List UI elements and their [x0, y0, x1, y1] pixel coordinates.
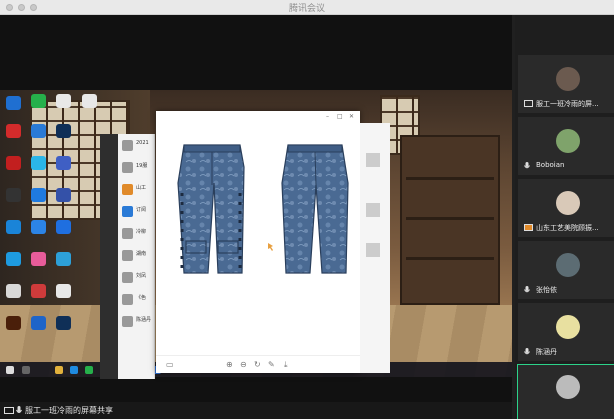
chat-list-item[interactable]: 《色 — [120, 290, 154, 312]
wechat-sidebar — [100, 134, 118, 379]
share-banner-text: 服工一班冷雨的屏幕共享 — [25, 406, 113, 415]
participant-name: 山东工艺美院顾振... — [536, 224, 599, 232]
chat-list-item[interactable]: 陈涵丹 — [120, 312, 154, 334]
browser-icon[interactable] — [6, 252, 21, 266]
participant-name: 张怡依 — [536, 286, 557, 294]
chat-list-item[interactable]: 刘凤 — [120, 268, 154, 290]
photoshop-icon[interactable] — [56, 124, 71, 138]
app-icon[interactable] — [56, 284, 71, 298]
participant-panel: 服工一班冷雨的屏... Boboian 山东工艺美院顾振... 张怡依 陈涵丹 — [515, 15, 614, 419]
app-icon[interactable] — [31, 316, 46, 330]
minimize-icon[interactable]: – — [326, 113, 329, 120]
app-icon[interactable] — [56, 220, 71, 234]
screen-share-icon — [4, 407, 14, 414]
chat-list-item[interactable]: 2021 — [120, 136, 154, 158]
avatar — [556, 191, 580, 215]
screen-share-icon — [524, 224, 533, 231]
participant-tile[interactable]: 张怡依 — [518, 241, 614, 299]
app-icon[interactable] — [31, 188, 46, 202]
mic-icon[interactable] — [16, 406, 22, 415]
app-icon[interactable] — [31, 124, 46, 138]
start-icon[interactable] — [6, 366, 14, 374]
wechat-icon[interactable] — [85, 366, 93, 374]
screen-share-bar: 服工一班冷雨的屏幕共享 — [0, 402, 512, 419]
image-icon[interactable]: ▭ — [166, 360, 174, 369]
chat-window-strip — [360, 123, 390, 373]
app-icon[interactable] — [31, 220, 46, 234]
participant-tile[interactable]: Boboian — [518, 117, 614, 175]
zoom-out-icon[interactable]: ⊖ — [240, 360, 247, 369]
participant-name: Boboian — [536, 161, 565, 169]
viewer-toolbar: ▭ ⊕ ⊖ ↻ ✎ ⤓ — [156, 355, 360, 373]
wps-icon[interactable] — [6, 156, 21, 170]
image-viewer-window: – □ ✕ ▭ ⊕ ⊖ ↻ ✎ ⤓ — [156, 111, 360, 373]
photoshop-icon[interactable] — [56, 316, 71, 330]
chat-list-item[interactable]: 山工 — [120, 180, 154, 202]
app-icon[interactable] — [6, 188, 21, 202]
participant-tile[interactable]: 陈涵丹 — [518, 303, 614, 361]
qq-icon[interactable] — [31, 156, 46, 170]
app-icon[interactable] — [31, 284, 46, 298]
wechat-icon[interactable] — [31, 94, 46, 108]
mic-icon — [524, 286, 530, 293]
search-icon[interactable] — [22, 366, 30, 374]
window-title: 腾讯会议 — [288, 3, 325, 13]
mic-icon — [524, 162, 530, 169]
avatar — [556, 375, 580, 399]
app-icon[interactable] — [31, 252, 46, 266]
app-icon[interactable] — [6, 284, 21, 298]
pants-back — [281, 144, 349, 274]
maximize-icon[interactable]: □ — [337, 113, 343, 120]
chat-list-item[interactable]: 湖南 — [120, 246, 154, 268]
app-icon[interactable] — [56, 156, 71, 170]
file-icon[interactable] — [82, 94, 97, 108]
participant-tile-active[interactable] — [517, 364, 614, 419]
pants-front — [177, 144, 245, 274]
shared-screen-area: 2021 19服 山工 订阅 冷柳 湖南 刘凤 《色 陈涵丹 – □ ✕ ▭ ⊕… — [0, 15, 512, 419]
participant-tile[interactable]: 山东工艺美院顾振... — [518, 179, 614, 237]
title-bar: 腾讯会议 — [0, 0, 614, 15]
viewer-titlebar: – □ ✕ — [156, 111, 360, 123]
pants-design-image — [177, 144, 349, 274]
chat-list-item[interactable]: 订阅 — [120, 202, 154, 224]
meeting-window: 腾讯会议 2021 19服 山工 订阅 冷柳 湖南 刘凤 《色 陈涵丹 – □ … — [0, 0, 614, 419]
avatar — [556, 315, 580, 339]
avatar — [556, 129, 580, 153]
illustrator-icon[interactable] — [6, 316, 21, 330]
app-icon[interactable] — [56, 188, 71, 202]
close-icon[interactable]: ✕ — [349, 113, 354, 120]
browser-icon[interactable] — [70, 366, 78, 374]
app-icon[interactable] — [6, 96, 21, 110]
download-icon[interactable]: ⤓ — [284, 360, 288, 370]
app-icon[interactable] — [6, 220, 21, 234]
rotate-icon[interactable]: ↻ — [254, 360, 261, 369]
avatar — [556, 253, 580, 277]
mouse-cursor-icon — [268, 243, 273, 251]
participant-name: 陈涵丹 — [536, 348, 557, 356]
chat-list-item[interactable]: 19服 — [120, 158, 154, 180]
participant-tile[interactable]: 服工一班冷雨的屏... — [518, 55, 614, 113]
avatar — [556, 67, 580, 91]
folder-icon[interactable] — [55, 366, 63, 374]
mic-icon — [524, 348, 530, 355]
edge-icon[interactable] — [56, 252, 71, 266]
wechat-window: 2021 19服 山工 订阅 冷柳 湖南 刘凤 《色 陈涵丹 — [100, 134, 155, 379]
chat-list-item[interactable]: 冷柳 — [120, 224, 154, 246]
file-icon[interactable] — [56, 94, 71, 108]
edit-icon[interactable]: ✎ — [268, 360, 275, 369]
zoom-in-icon[interactable]: ⊕ — [226, 360, 233, 369]
participant-name: 服工一班冷雨的屏... — [536, 100, 599, 108]
screen-share-icon — [524, 100, 533, 107]
bookshelf — [400, 135, 500, 305]
netease-music-icon[interactable] — [6, 124, 21, 138]
